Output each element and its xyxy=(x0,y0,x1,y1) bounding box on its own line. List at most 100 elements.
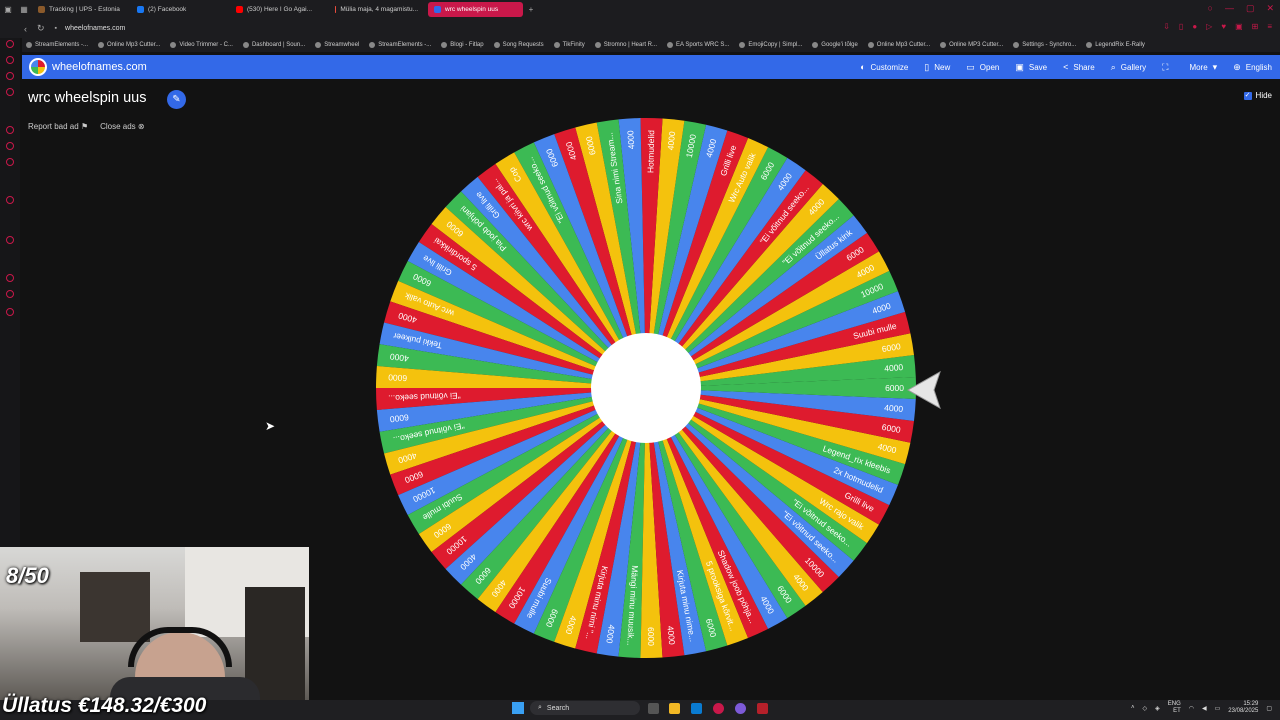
volume-icon[interactable]: ◀ xyxy=(1202,705,1207,712)
bookmark-item[interactable]: Online Mp3 Cutter... xyxy=(98,42,160,48)
wheel-entry-label: 6000 xyxy=(885,383,904,393)
tab-favicon-icon xyxy=(137,6,144,13)
menu-fullscreen-button[interactable]: ⛶ xyxy=(1162,62,1173,73)
menu-icon[interactable]: ≡ xyxy=(1267,22,1272,31)
sidebar-app-icon[interactable] xyxy=(6,40,14,48)
bookmark-item[interactable]: Settings - Synchro... xyxy=(1013,42,1076,48)
sidebar-app-icon[interactable] xyxy=(6,158,14,166)
browser-tab[interactable]: Mülia maja, 4 magamistu... xyxy=(329,2,424,17)
browser-taskbar-icon[interactable] xyxy=(713,703,724,714)
bookmark-item[interactable]: Online MP3 Cutter... xyxy=(940,42,1003,48)
bookmark-item[interactable]: StreamElements -... xyxy=(369,42,431,48)
bookmark-item[interactable]: Blogi - Fitlap xyxy=(441,42,484,48)
bookmark-item[interactable]: Video Trimmer - C... xyxy=(170,42,233,48)
tab-grid-icon[interactable]: ▦ xyxy=(16,5,32,14)
search-tabs-icon[interactable]: ○ xyxy=(1208,3,1213,14)
sidebar-app-icon[interactable] xyxy=(6,308,14,316)
bookmark-label: Streamwheel xyxy=(324,42,360,48)
play-icon[interactable]: ▷ xyxy=(1206,22,1212,31)
language-indicator[interactable]: ENG ET xyxy=(1168,701,1181,715)
sidebar-toggle-icon[interactable]: ▣ xyxy=(0,5,16,14)
wallet-icon[interactable]: ▣ xyxy=(1235,22,1243,31)
windows-start-icon[interactable] xyxy=(512,702,524,714)
sidebar-app-icon[interactable] xyxy=(6,274,14,282)
notifications-icon[interactable]: ▢ xyxy=(1266,705,1272,712)
clock-time: 15:29 xyxy=(1243,701,1259,707)
report-bad-ad-link[interactable]: Report bad ad ⚑ xyxy=(28,122,88,131)
bookmark-item[interactable]: Stromno | Heart R... xyxy=(594,42,657,48)
maximize-icon[interactable]: ▢ xyxy=(1246,3,1255,14)
download-icon[interactable]: ⇩ xyxy=(1163,22,1170,31)
taskbar-search[interactable]: ⌕ Search xyxy=(530,701,640,715)
new-tab-button[interactable]: + xyxy=(523,5,539,14)
bookmark-icon[interactable]: ▯ xyxy=(1179,22,1183,31)
reload-icon[interactable]: ↻ xyxy=(37,23,45,34)
bookmark-label: Google'i tõlge xyxy=(821,42,858,48)
sidebar-app-icon[interactable] xyxy=(6,196,14,204)
shield-icon[interactable]: ● xyxy=(1192,22,1197,31)
outlook-icon[interactable] xyxy=(691,703,702,714)
battery-icon[interactable]: ▭ xyxy=(1215,705,1221,712)
wheel-entry-label: 4000 xyxy=(884,403,904,415)
close-icon[interactable]: ✕ xyxy=(1266,3,1274,14)
bookmark-item[interactable]: Song Requests xyxy=(493,42,544,48)
bookmark-item[interactable]: LegendRix E-Rally xyxy=(1086,42,1145,48)
close-ads-link[interactable]: Close ads ⊗ xyxy=(100,122,145,131)
bookmark-item[interactable]: Online Mp3 Cutter... xyxy=(867,42,930,48)
extensions-icon[interactable]: ⊞ xyxy=(1252,22,1259,31)
chevron-up-icon[interactable]: ˄ xyxy=(1131,705,1135,711)
sidebar-app-icon[interactable] xyxy=(6,236,14,244)
edit-title-button[interactable]: ✎ xyxy=(167,90,186,109)
wifi-icon[interactable]: ◠ xyxy=(1189,705,1194,712)
sidebar-app-icon[interactable] xyxy=(6,72,14,80)
bookmark-label: TikFinity xyxy=(562,42,585,48)
menu-open-button[interactable]: ▭ Open xyxy=(966,62,999,73)
bookmark-favicon-icon xyxy=(867,42,874,48)
sidebar-app-icon[interactable] xyxy=(6,56,14,64)
network-icon[interactable]: ◇ xyxy=(1142,705,1147,712)
back-icon[interactable]: ‹ xyxy=(24,24,27,34)
menu-new-button[interactable]: ▯ New xyxy=(924,62,950,73)
wheel-logo-icon[interactable] xyxy=(29,58,47,76)
lang-top: ENG xyxy=(1167,701,1181,707)
menu-more-button[interactable]: More ▾ xyxy=(1189,62,1217,73)
hide-checkbox[interactable]: ✓ Hide xyxy=(1243,91,1272,100)
task-view-icon[interactable] xyxy=(648,703,659,714)
browser-tab[interactable]: wrc wheelspin uus xyxy=(428,2,523,17)
menu-gallery-button[interactable]: ⌕ Gallery xyxy=(1111,62,1146,73)
menu-label: Open xyxy=(979,62,1000,72)
bookmark-item[interactable]: Dashboard | Soun... xyxy=(242,42,305,48)
sidebar-app-icon[interactable] xyxy=(6,290,14,298)
minimize-icon[interactable]: — xyxy=(1225,3,1234,14)
bookmark-item[interactable]: StreamElements -... xyxy=(26,42,88,48)
sidebar-app-icon[interactable] xyxy=(6,126,14,134)
browser-tab[interactable]: (2) Facebook xyxy=(131,2,226,17)
bookmark-item[interactable]: EmojiCopy | Simpl... xyxy=(739,42,802,48)
sidebar-app-icon[interactable] xyxy=(6,142,14,150)
sidebar-app-icon[interactable] xyxy=(6,88,14,96)
heart-icon[interactable]: ♥ xyxy=(1221,22,1226,31)
browser-tab[interactable]: (530) Here I Go Agai... xyxy=(230,2,325,17)
bookmark-item[interactable]: Streamwheel xyxy=(315,42,359,48)
prize-wheel[interactable]: 40006000Suubi mulle40001000040006000Ülla… xyxy=(374,116,918,660)
wheel-center[interactable] xyxy=(591,333,701,443)
menu-customize-button[interactable]: ◐ Customize xyxy=(860,62,908,72)
browser-tab[interactable]: Tracking | UPS - Estonia xyxy=(32,2,127,17)
bookmark-favicon-icon xyxy=(170,42,177,48)
bookmark-item[interactable]: TikFinity xyxy=(553,42,585,48)
menu-english-button[interactable]: ⊕ English xyxy=(1233,62,1272,73)
bookmark-favicon-icon xyxy=(739,42,746,48)
menu-share-button[interactable]: < Share xyxy=(1063,62,1095,72)
url-field[interactable]: wheelofnames.com xyxy=(65,25,125,32)
menu-save-button[interactable]: ▣ Save xyxy=(1015,62,1047,73)
bookmark-item[interactable]: EA Sports WRC S... xyxy=(667,42,729,48)
search-icon: ⌕ xyxy=(538,704,542,711)
clock[interactable]: 15:29 23/08/2025 xyxy=(1228,701,1258,715)
discord-icon[interactable] xyxy=(735,703,746,714)
address-bar: ‹ ↻ ▪ wheelofnames.com ⇩ ▯ ● ▷ ♥ ▣ ⊞ ≡ xyxy=(0,19,1280,38)
file-explorer-icon[interactable] xyxy=(669,703,680,714)
site-name[interactable]: wheelofnames.com xyxy=(52,61,147,73)
microphone-icon[interactable]: ◈ xyxy=(1155,705,1160,712)
bookmark-item[interactable]: Google'i tõlge xyxy=(812,42,858,48)
app-taskbar-icon[interactable] xyxy=(757,703,768,714)
